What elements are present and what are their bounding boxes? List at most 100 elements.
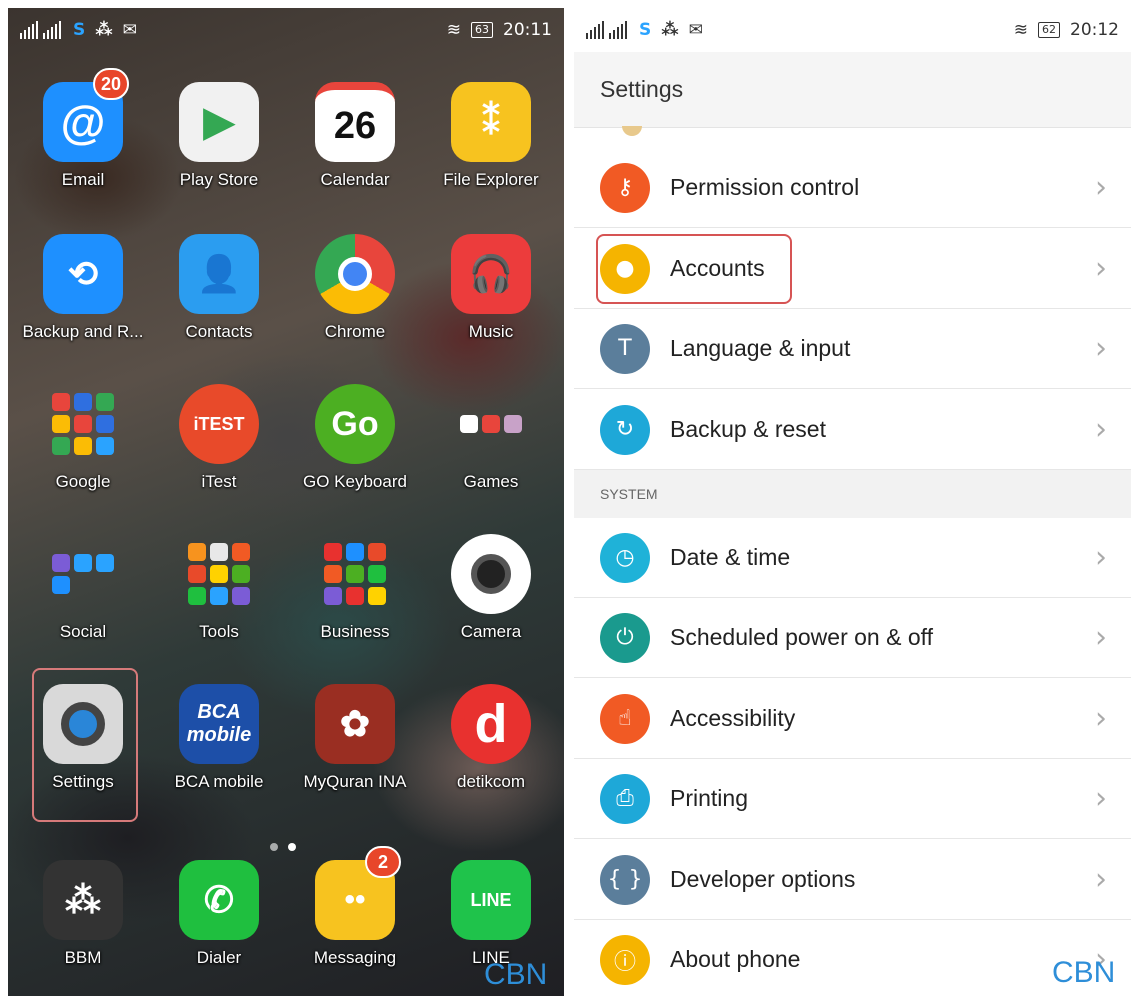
hand-icon: ☝ — [600, 693, 650, 744]
settings-item-date-time[interactable]: ◷ Date & time › — [574, 518, 1131, 598]
bbm-notification-icon: ⁂ — [661, 20, 679, 40]
line-icon: LINE — [451, 860, 531, 940]
info-icon: ⓘ — [600, 934, 650, 985]
glyph: LINE — [470, 889, 512, 910]
app-label: Chrome — [324, 322, 386, 341]
app-label: Email — [61, 170, 105, 189]
app-contacts[interactable]: 👤 Contacts — [154, 220, 284, 360]
settings-item-scheduled-power-on-off[interactable]: ⏻ Scheduled power on & off › — [574, 598, 1131, 678]
home-screen: S ⁂ ✉ ≋ 63 20:11 @20 Email ▶ Play Store 26 Ca… — [8, 8, 564, 996]
page-title: Settings — [574, 52, 1131, 128]
glyph: ✆ — [203, 879, 235, 920]
settings-highlight — [32, 668, 138, 822]
app-label: Play Store — [179, 170, 259, 189]
settings-item-label: Permission control — [670, 174, 860, 200]
language-icon: T — [600, 323, 650, 374]
app-detik[interactable]: d detikcom — [426, 670, 556, 810]
notification-badge: 20 — [93, 68, 129, 100]
app-bbm[interactable]: ⁂ BBM — [18, 846, 148, 986]
app-calendar[interactable]: 26 Calendar — [290, 68, 420, 208]
quran-icon: ✿ — [315, 684, 395, 764]
settings-item-label: Language & input — [670, 335, 851, 361]
glyph — [471, 554, 511, 594]
reset-icon: ↻ — [600, 404, 650, 455]
settings-item-accessibility[interactable]: ☝ Accessibility › — [574, 679, 1131, 759]
settings-item-about-phone[interactable]: ⓘ About phone › — [574, 920, 1131, 996]
folder-icon — [43, 534, 123, 614]
app-bca[interactable]: BCA mobile BCA mobile — [154, 670, 284, 810]
app-camera[interactable]: Camera — [426, 520, 556, 660]
app-tools[interactable]: Tools — [154, 520, 284, 660]
skype-icon: S — [73, 20, 86, 40]
headphones-icon: 🎧 — [451, 234, 531, 314]
clock: 20:11 — [503, 20, 552, 40]
settings-item-label: Printing — [670, 785, 748, 811]
folder-icon: ⁑ — [451, 82, 531, 162]
app-label: File Explorer — [443, 170, 539, 189]
app-itest[interactable]: iTEST iTest — [154, 370, 284, 510]
signal-icon — [20, 21, 61, 39]
message-notification-icon: ✉ — [122, 20, 137, 40]
app-label: Google — [55, 472, 111, 491]
app-label: Backup and R... — [22, 322, 144, 341]
settings-item-label: About phone — [670, 946, 801, 972]
signal-icon — [586, 21, 627, 39]
glyph: d — [474, 694, 508, 754]
clock-icon: ◷ — [600, 532, 650, 583]
settings-item-label: Developer options — [670, 866, 856, 892]
app-backup[interactable]: ⟲ Backup and R... — [18, 220, 148, 360]
watermark: CBN — [484, 958, 548, 991]
settings-item-developer-options[interactable]: { } Developer options › — [574, 840, 1131, 920]
app-messaging[interactable]: •• 2 Messaging — [290, 846, 420, 986]
code-icon: { } — [600, 854, 650, 905]
app-go-keyboard[interactable]: Go GO Keyboard — [290, 370, 420, 510]
app-label: Contacts — [185, 322, 253, 341]
message-icon: •• 2 — [315, 846, 401, 940]
app-label: Tools — [199, 622, 239, 641]
person-icon: 👤 — [179, 234, 259, 314]
skype-icon: S — [639, 20, 652, 40]
app-google[interactable]: Google — [18, 370, 148, 510]
section-header-system: SYSTEM — [574, 470, 1131, 518]
app-label: BCA mobile — [174, 772, 264, 791]
glyph: Go — [331, 404, 379, 443]
app-music[interactable]: 🎧 Music — [426, 220, 556, 360]
chevron-right-icon: › — [1095, 862, 1107, 897]
chevron-right-icon: › — [1095, 412, 1107, 447]
app-label: Social — [59, 622, 107, 641]
app-file-explorer[interactable]: ⁑ File Explorer — [426, 68, 556, 208]
app-myquran[interactable]: ✿ MyQuran INA — [290, 670, 420, 810]
app-dialer[interactable]: ✆ Dialer — [154, 846, 284, 986]
app-chrome[interactable]: Chrome — [290, 220, 420, 360]
detik-icon: d — [451, 684, 531, 764]
status-bar: S ⁂ ✉ ≋ 63 20:11 — [8, 8, 564, 52]
app-play-store[interactable]: ▶ Play Store — [154, 68, 284, 208]
settings-screen: S ⁂ ✉ ≋ 62 20:12 Settings ⚷ Permission co… — [574, 8, 1131, 996]
app-label: Games — [463, 472, 519, 491]
settings-item-language-input[interactable]: T Language & input › — [574, 309, 1131, 389]
status-bar: S ⁂ ✉ ≋ 62 20:12 — [574, 8, 1131, 52]
settings-item-label: Accessibility — [670, 705, 796, 731]
printer-icon: ⎙ — [600, 773, 650, 824]
clock: 20:12 — [1070, 20, 1119, 40]
key-icon: ⚷ — [600, 162, 650, 213]
settings-item-backup-reset[interactable]: ↻ Backup & reset › — [574, 390, 1131, 470]
app-label: Calendar — [320, 170, 390, 189]
glyph: ▶ — [203, 100, 235, 144]
calendar-icon: 26 — [315, 82, 395, 162]
app-games[interactable]: Games — [426, 370, 556, 510]
settings-item-permission-control[interactable]: ⚷ Permission control › — [574, 148, 1131, 228]
glyph — [338, 257, 372, 291]
settings-item-printing[interactable]: ⎙ Printing › — [574, 759, 1131, 839]
app-email[interactable]: @20 Email — [18, 68, 148, 208]
settings-item-label: Date & time — [670, 544, 791, 570]
app-label: Camera — [460, 622, 522, 641]
app-social[interactable]: Social — [18, 520, 148, 660]
app-label: MyQuran INA — [303, 772, 407, 791]
chevron-right-icon: › — [1095, 620, 1107, 655]
app-business[interactable]: Business — [290, 520, 420, 660]
page-indicator — [270, 843, 296, 851]
itest-icon: iTEST — [179, 384, 259, 464]
glyph: 🎧 — [468, 253, 514, 294]
at-icon: @20 — [43, 68, 129, 162]
